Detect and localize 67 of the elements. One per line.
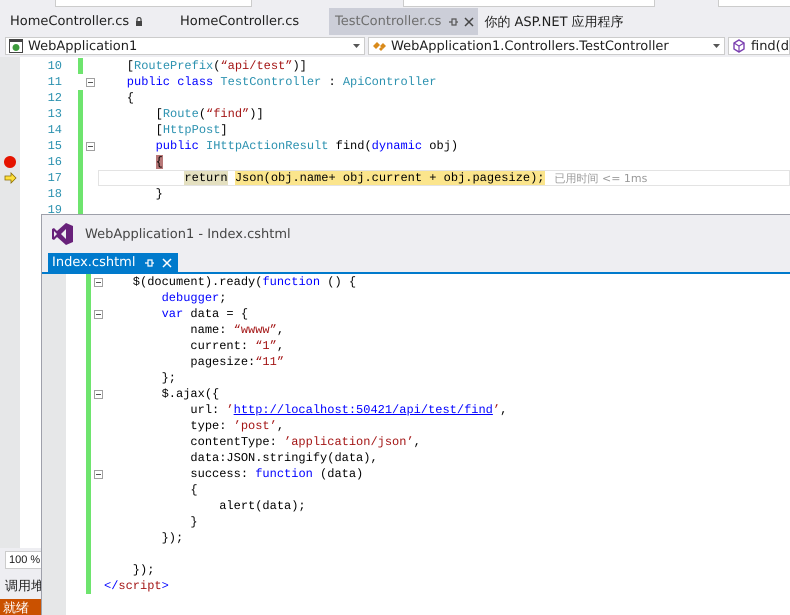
code-line: { bbox=[126, 91, 134, 105]
code-line: alert(data); bbox=[218, 499, 306, 513]
collapse-icon[interactable] bbox=[94, 390, 102, 398]
code-line: success: function (data) bbox=[189, 467, 364, 481]
code-line: contentType: ’application/json’, bbox=[189, 435, 421, 449]
code-line: var data = { bbox=[160, 307, 248, 321]
toolbar-field[interactable] bbox=[55, 0, 252, 7]
code-line: [RoutePrefix(“api/test”)] bbox=[126, 59, 307, 73]
class-icon bbox=[372, 39, 386, 53]
close-icon bbox=[464, 16, 474, 26]
document-tab[interactable]: Index.cshtml bbox=[48, 253, 178, 272]
pin-icon bbox=[143, 258, 154, 268]
code-line: } bbox=[154, 187, 163, 201]
close-icon bbox=[162, 258, 172, 268]
code-line: public class TestController : ApiController bbox=[126, 75, 436, 89]
code-line: } bbox=[189, 515, 198, 529]
code-line: $(document).ready(function () { bbox=[132, 275, 356, 289]
document-tab[interactable]: HomeController.cs bbox=[174, 8, 329, 35]
code-line: $.ajax({ bbox=[160, 387, 220, 401]
perf-tip: 已用时间 <= 1ms bbox=[554, 170, 648, 186]
url-link[interactable]: http://localhost:50421/api/test/find bbox=[234, 403, 493, 417]
code-line: }); bbox=[160, 531, 184, 545]
toolbar-field[interactable] bbox=[403, 0, 655, 7]
collapse-icon[interactable] bbox=[94, 470, 102, 478]
caret-icon bbox=[353, 44, 360, 48]
app-logo-icon bbox=[52, 223, 73, 245]
line-number: 13 bbox=[48, 107, 62, 121]
member-dropdown[interactable]: find(d bbox=[728, 37, 790, 55]
collapse-icon[interactable] bbox=[86, 78, 94, 86]
document-tab[interactable]: HomeController.cs bbox=[4, 8, 174, 35]
collapse-icon[interactable] bbox=[94, 278, 102, 286]
code-line: current: “1”, bbox=[189, 339, 284, 353]
line-number: 10 bbox=[48, 59, 62, 73]
code-line: return Json(obj.name+ obj.current + obj.pagesize); bbox=[183, 171, 544, 185]
type-dropdown[interactable]: WebApplication1.Controllers.TestController bbox=[368, 37, 725, 55]
pin-icon bbox=[447, 16, 458, 26]
line-number: 14 bbox=[48, 123, 62, 137]
code-line: name: “wwww”, bbox=[189, 323, 284, 337]
code-line: [Route(“find”)] bbox=[154, 107, 264, 121]
code-line: data:JSON.stringify(data), bbox=[189, 451, 378, 465]
window-title: WebApplication1 - Index.cshtml bbox=[85, 226, 291, 242]
collapse-icon[interactable] bbox=[94, 310, 102, 318]
code-line: }); bbox=[132, 563, 154, 577]
method-icon bbox=[732, 39, 746, 53]
line-number: 16 bbox=[48, 155, 62, 169]
document-tab[interactable]: 你的 ASP.NET 应用程序 bbox=[478, 8, 630, 35]
code-line: url: ’http://localhost:50421/api/test/find’, bbox=[189, 403, 508, 417]
project-dropdown[interactable]: WebApplication1 bbox=[5, 37, 365, 55]
collapse-icon[interactable] bbox=[86, 142, 94, 150]
status-bar: 就绪 bbox=[0, 599, 42, 615]
line-number: 19 bbox=[48, 203, 62, 217]
code-line: debugger; bbox=[160, 291, 226, 305]
code-line: pagesize:“11” bbox=[189, 355, 284, 369]
code-line: type: ’post’, bbox=[189, 419, 284, 433]
code-line: [HttpPost] bbox=[154, 123, 228, 137]
toolbar-field[interactable] bbox=[718, 0, 790, 7]
code-line: public IHttpActionResult find(dynamic obj) bbox=[154, 139, 458, 153]
caret-icon bbox=[713, 44, 720, 48]
line-number: 12 bbox=[48, 91, 62, 105]
line-number: 18 bbox=[48, 187, 62, 201]
line-number: 17 bbox=[48, 171, 62, 185]
code-line: </script> bbox=[104, 579, 169, 593]
line-number: 11 bbox=[48, 75, 62, 89]
code-line: { bbox=[189, 483, 198, 497]
project-icon bbox=[9, 39, 23, 53]
line-number: 15 bbox=[48, 139, 62, 153]
code-line: }; bbox=[160, 371, 176, 385]
